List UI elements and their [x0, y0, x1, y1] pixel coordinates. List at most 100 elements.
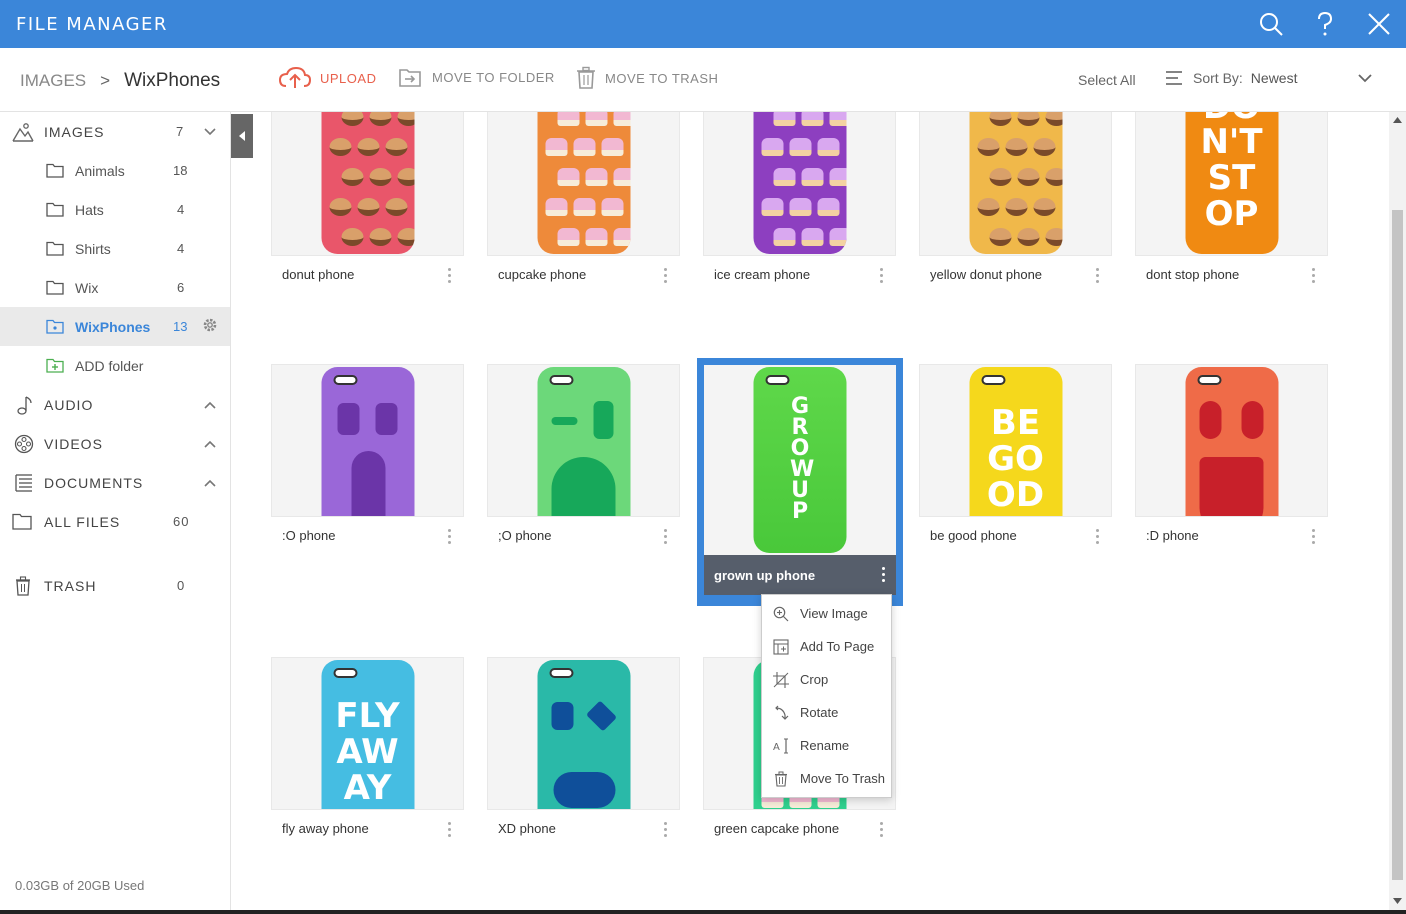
phone-art-text: BE GO OD — [986, 403, 1045, 515]
sidebar-item-label: Shirts — [75, 240, 111, 257]
help-icon[interactable] — [1312, 11, 1338, 37]
rotate-icon — [773, 705, 789, 724]
sidebar-item-count: 13 — [173, 319, 188, 334]
file-card[interactable]: ice cream phone — [703, 112, 896, 288]
selected-file-card[interactable]: GROWUP grown up phone — [697, 358, 903, 606]
chevron-down-icon[interactable] — [203, 124, 217, 140]
chevron-up-icon[interactable] — [203, 397, 217, 413]
kebab-menu-icon[interactable] — [880, 268, 884, 283]
kebab-menu-icon[interactable] — [664, 268, 668, 283]
kebab-menu-icon[interactable] — [1312, 268, 1316, 283]
kebab-menu-icon[interactable] — [1312, 529, 1316, 544]
search-icon[interactable] — [1258, 11, 1284, 37]
sidebar-item-images[interactable]: IMAGES 7 — [0, 112, 230, 151]
phone-case-image: GROWUP — [753, 367, 847, 553]
add-folder-button[interactable]: ADD folder — [0, 346, 230, 385]
file-card[interactable]: :O phone — [271, 364, 464, 549]
sidebar-item-count: 0 — [177, 578, 186, 593]
images-icon — [12, 121, 34, 143]
menu-item-add-to-page[interactable]: Add To Page — [762, 630, 893, 663]
kebab-menu-icon[interactable] — [448, 822, 452, 837]
breadcrumb-root[interactable]: IMAGES — [20, 71, 86, 91]
kebab-menu-icon[interactable] — [448, 268, 452, 283]
sidebar-folder-wixphones[interactable]: WixPhones 13 — [0, 307, 230, 346]
face-decoration — [321, 367, 414, 516]
sidebar-item-audio[interactable]: AUDIO — [0, 385, 230, 424]
menu-item-label: Crop — [800, 672, 829, 687]
file-card[interactable]: DO N'T ST OP dont stop phone — [1135, 112, 1328, 288]
sidebar-folder-hats[interactable]: Hats 4 — [0, 190, 230, 229]
sidebar-item-videos[interactable]: VIDEOS — [0, 424, 230, 463]
trash-icon — [577, 66, 595, 89]
chevron-up-icon[interactable] — [203, 475, 217, 491]
select-all-link[interactable]: Select All — [1078, 72, 1136, 88]
trash-icon — [773, 771, 789, 790]
file-card[interactable]: FLY AW AY fly away phone — [271, 657, 464, 842]
scrollbar-thumb[interactable] — [1392, 210, 1403, 880]
sidebar-folder-shirts[interactable]: Shirts 4 — [0, 229, 230, 268]
menu-item-crop[interactable]: Crop — [762, 663, 893, 696]
menu-item-rename[interactable]: A Rename — [762, 729, 893, 762]
sort-value: Newest — [1250, 70, 1298, 86]
phone-art-text: DO N'T ST OP — [1200, 112, 1263, 234]
file-name: green capcake phone — [714, 821, 840, 836]
folder-icon — [46, 163, 64, 178]
kebab-menu-icon[interactable] — [448, 529, 452, 544]
vertical-scrollbar[interactable] — [1389, 112, 1406, 910]
cloud-upload-icon — [278, 66, 312, 88]
file-card[interactable]: cupcake phone — [487, 112, 680, 288]
file-thumbnail — [487, 657, 680, 810]
file-card[interactable]: XD phone — [487, 657, 680, 842]
menu-item-label: Add To Page — [800, 639, 875, 654]
sidebar-item-label: Hats — [75, 201, 104, 218]
menu-item-label: View Image — [800, 606, 868, 621]
scroll-up-arrow-icon[interactable] — [1393, 117, 1402, 123]
kebab-menu-icon[interactable] — [664, 529, 668, 544]
sidebar-item-documents[interactable]: DOCUMENTS — [0, 463, 230, 502]
upload-button[interactable]: UPLOAD — [278, 66, 376, 90]
sidebar-item-label: Animals — [75, 162, 125, 179]
chevron-up-icon[interactable] — [203, 436, 217, 452]
file-card[interactable]: BE GO OD be good phone — [919, 364, 1112, 549]
kebab-menu-icon[interactable] — [880, 822, 884, 837]
zoom-in-icon — [773, 606, 789, 625]
move-to-folder-button[interactable]: MOVE TO FOLDER — [398, 66, 555, 88]
menu-item-move-to-trash[interactable]: Move To Trash — [762, 762, 893, 795]
scroll-down-arrow-icon[interactable] — [1393, 898, 1402, 904]
move-to-trash-label: MOVE TO TRASH — [605, 70, 719, 86]
file-name: fly away phone — [282, 821, 369, 836]
kebab-menu-icon[interactable] — [1096, 268, 1100, 283]
file-thumbnail: BE GO OD — [919, 364, 1112, 517]
kebab-menu-icon[interactable] — [882, 567, 885, 582]
toolbar: IMAGES > WixPhones UPLOAD MOVE TO FOLDER… — [0, 48, 1406, 112]
sidebar-item-count: 18 — [173, 163, 188, 178]
face-decoration — [537, 367, 630, 516]
phone-art-text: FLY AW AY — [335, 696, 400, 808]
kebab-menu-icon[interactable] — [1096, 529, 1100, 544]
folder-icon — [12, 513, 32, 530]
upload-label: UPLOAD — [320, 70, 377, 86]
file-card[interactable]: donut phone — [271, 112, 464, 288]
menu-item-view-image[interactable]: View Image — [762, 597, 893, 630]
sidebar-folder-animals[interactable]: Animals 18 — [0, 151, 230, 190]
breadcrumb-current: WixPhones — [124, 70, 221, 91]
sidebar-item-label: VIDEOS — [44, 435, 103, 452]
sidebar-folder-wix[interactable]: Wix 6 — [0, 268, 230, 307]
move-to-trash-button[interactable]: MOVE TO TRASH — [575, 66, 718, 90]
phone-case-image: DO N'T ST OP — [1185, 112, 1278, 254]
file-name: donut phone — [282, 267, 355, 282]
gear-icon[interactable] — [201, 316, 219, 337]
sidebar-item-label: TRASH — [44, 577, 97, 594]
file-card[interactable]: ;O phone — [487, 364, 680, 549]
kebab-menu-icon[interactable] — [664, 822, 668, 837]
sidebar-item-trash[interactable]: TRASH 0 — [0, 566, 230, 605]
sort-dropdown[interactable]: Sort By: Newest — [1165, 70, 1372, 86]
window-bottom-edge — [0, 910, 1406, 914]
file-card[interactable]: :D phone — [1135, 364, 1328, 549]
menu-item-rotate[interactable]: Rotate — [762, 696, 893, 729]
sidebar-item-count: 60 — [173, 514, 190, 529]
file-card[interactable]: yellow donut phone — [919, 112, 1112, 288]
close-icon[interactable] — [1366, 11, 1392, 37]
sidebar-item-all-files[interactable]: ALL FILES 60 — [0, 502, 230, 541]
app-title: FILE MANAGER — [16, 13, 168, 35]
